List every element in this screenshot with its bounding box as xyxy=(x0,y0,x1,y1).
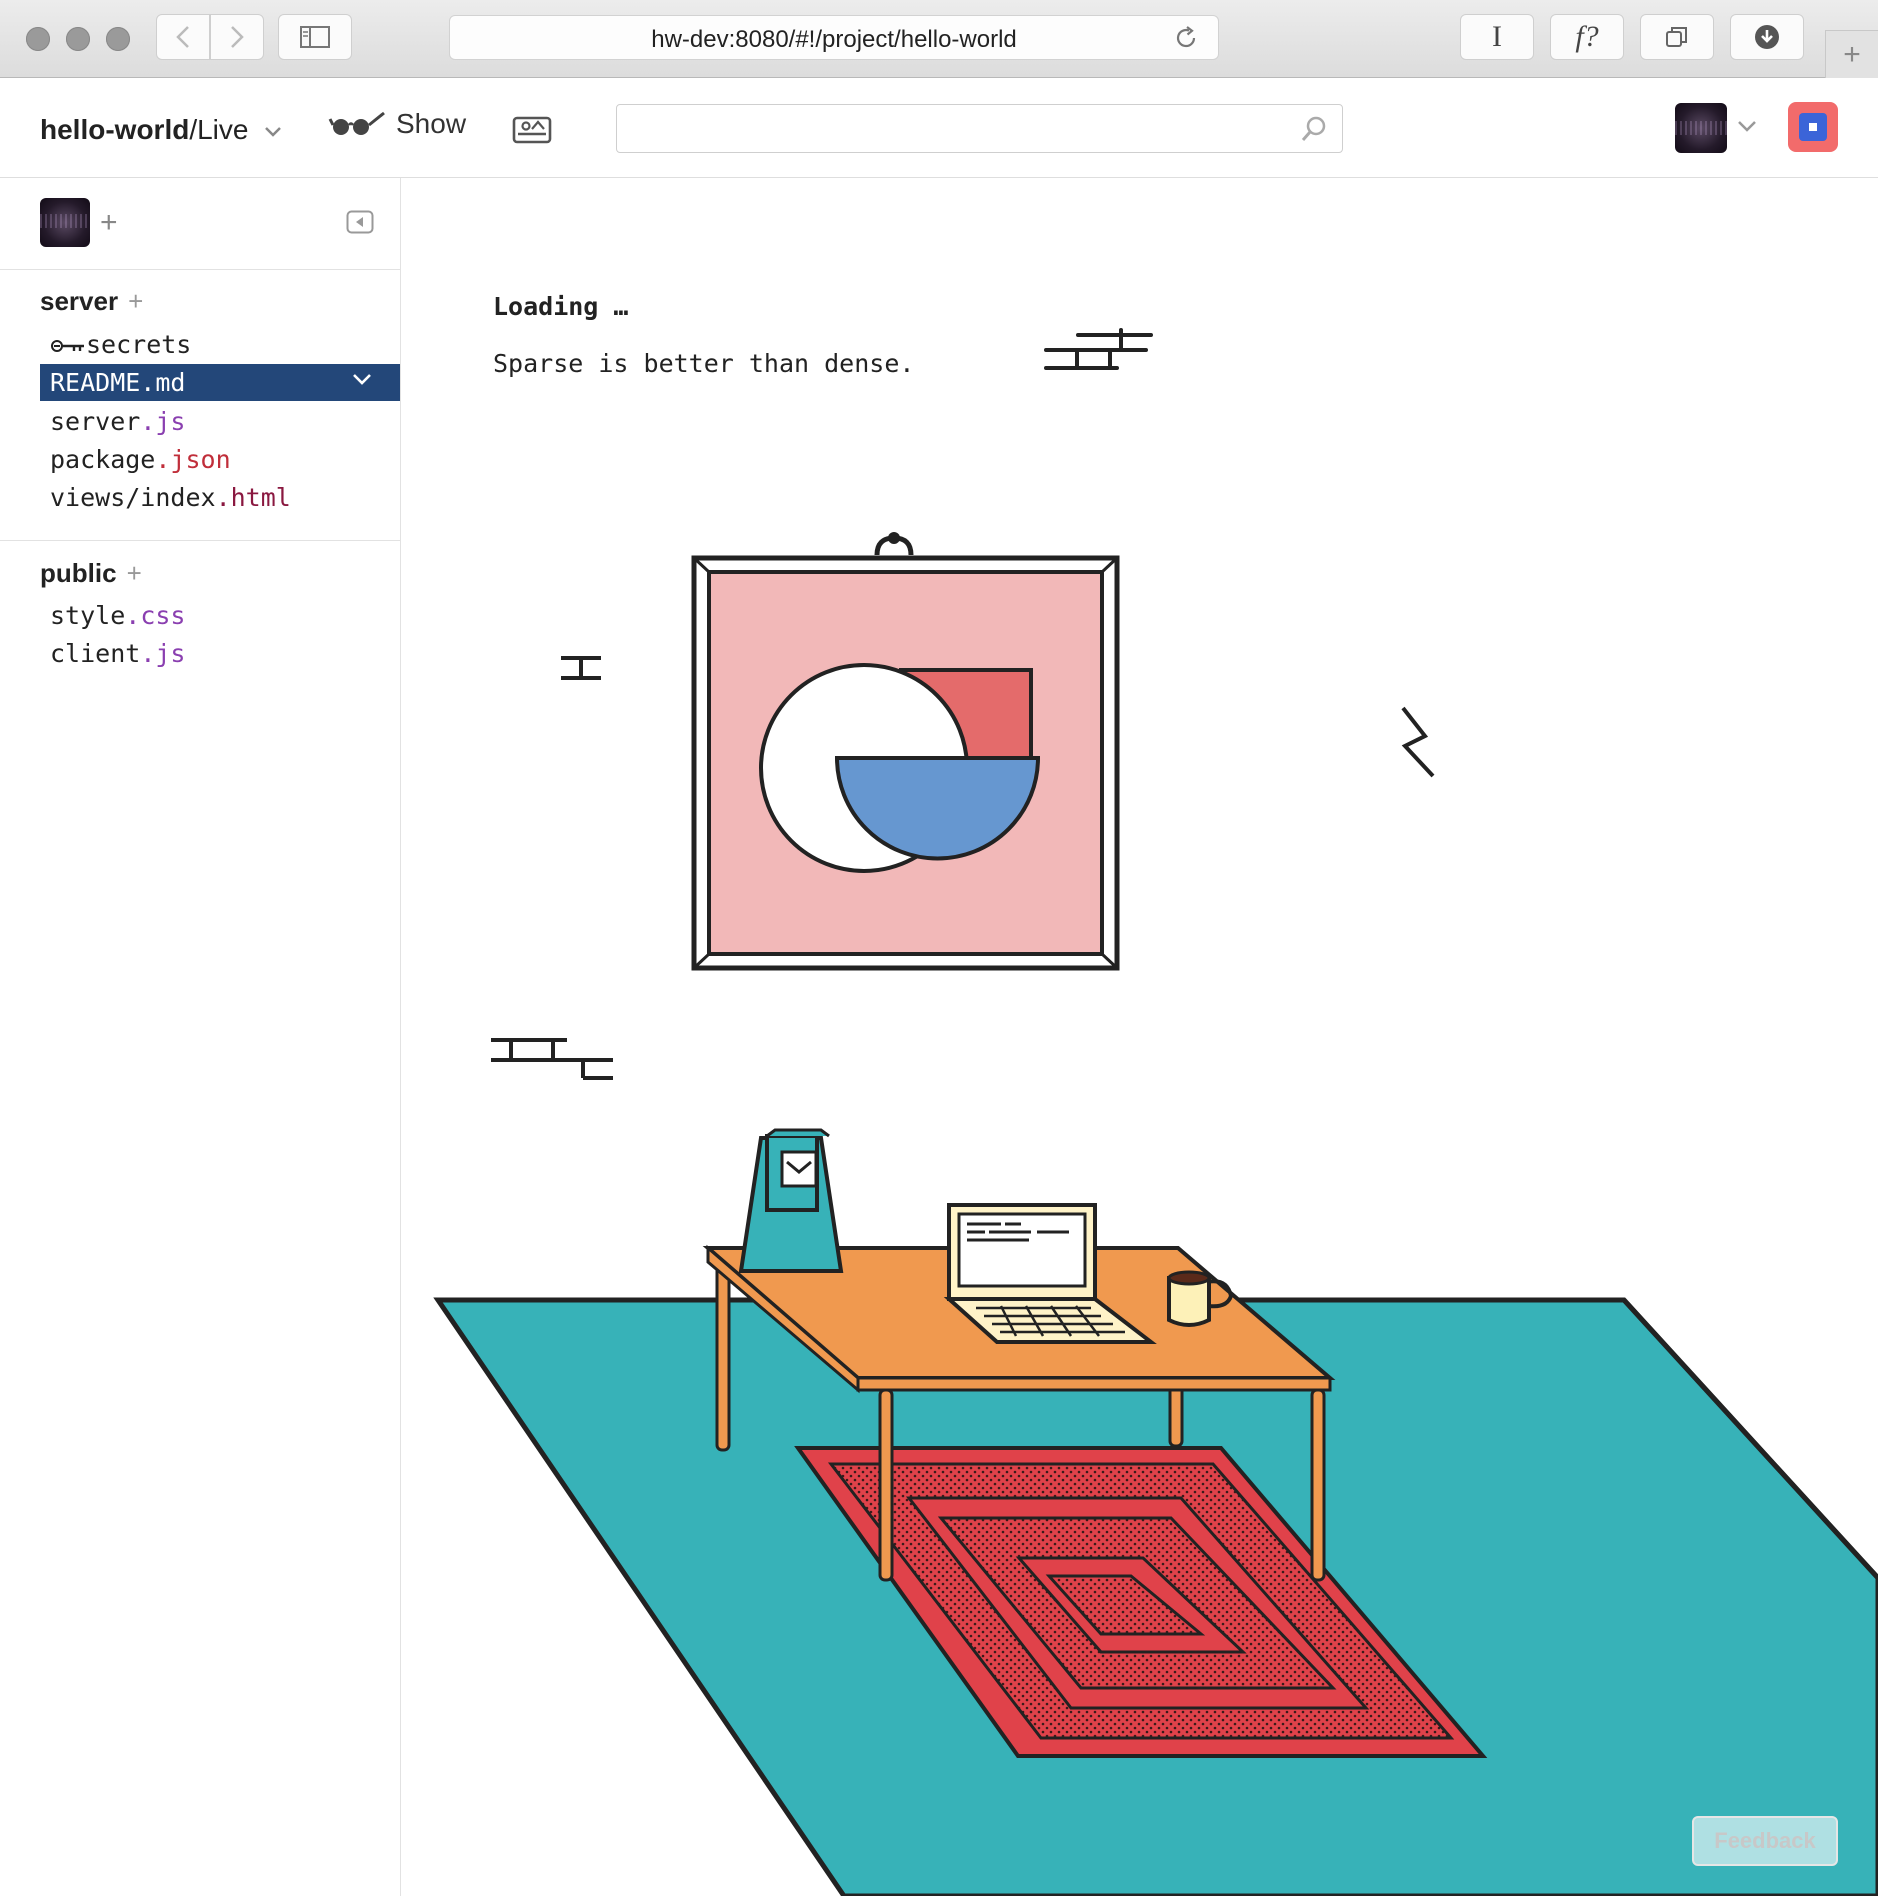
file-ext: .css xyxy=(125,601,186,630)
add-file-button[interactable]: + xyxy=(127,558,142,588)
sidebar-top: + xyxy=(0,178,400,270)
section-label: server xyxy=(40,286,119,316)
project-switcher[interactable]: hello-world/Live xyxy=(40,114,282,146)
brick-mark xyxy=(491,1038,613,1080)
add-file-button[interactable]: + xyxy=(128,286,143,316)
section-label: public xyxy=(40,558,117,588)
project-name: hello-world xyxy=(40,114,190,145)
feedback-button[interactable]: Feedback xyxy=(1692,1816,1838,1866)
file-server-js[interactable]: server.js xyxy=(50,407,185,436)
chevron-down-icon xyxy=(265,126,282,137)
reload-icon[interactable] xyxy=(1172,24,1200,52)
show-button[interactable]: Show xyxy=(328,108,466,140)
file-style-css[interactable]: style.css xyxy=(50,601,185,630)
project-avatar[interactable] xyxy=(40,198,90,247)
file-name: client xyxy=(50,639,141,668)
file-name: style xyxy=(50,601,126,630)
close-window-button[interactable] xyxy=(26,27,50,51)
search-input[interactable] xyxy=(616,104,1343,153)
sidebar-toggle-button[interactable] xyxy=(278,14,352,60)
file-ext: .html xyxy=(215,483,291,512)
clock xyxy=(738,1128,844,1273)
chevron-down-icon[interactable] xyxy=(352,372,372,386)
crack-mark xyxy=(1401,706,1435,778)
sidebar-icon xyxy=(300,26,330,48)
chevron-down-icon[interactable] xyxy=(1737,120,1757,132)
file-ext: .js xyxy=(140,639,186,668)
file-views-index-html[interactable]: views/index.html xyxy=(50,483,291,512)
app-header: hello-world/Live Show xyxy=(0,78,1878,178)
stop-button[interactable] xyxy=(1788,102,1838,152)
show-label: Show xyxy=(396,108,467,139)
file-package-json[interactable]: package.json xyxy=(50,445,231,474)
forward-icon xyxy=(231,26,244,48)
glasses-icon xyxy=(328,111,385,135)
forward-button[interactable] xyxy=(210,14,264,60)
file-readme[interactable]: README.md xyxy=(40,364,400,401)
user-avatar[interactable] xyxy=(1675,103,1727,153)
add-member-button[interactable]: + xyxy=(100,206,118,240)
new-tab-icon: + xyxy=(1843,38,1861,71)
zoom-window-button[interactable] xyxy=(106,27,130,51)
room-illustration xyxy=(433,328,1878,1896)
file-sidebar: + server + secrets README.md server.js pa… xyxy=(0,178,401,1896)
reader-button[interactable]: I xyxy=(1460,14,1534,60)
picture-frame xyxy=(691,532,1120,971)
search-icon xyxy=(1301,116,1326,141)
downloads-button[interactable] xyxy=(1730,14,1804,60)
file-client-js[interactable]: client.js xyxy=(50,639,185,668)
file-name: package xyxy=(50,445,156,474)
font-button[interactable]: f? xyxy=(1550,14,1624,60)
project-suffix: /Live xyxy=(189,114,249,145)
file-secrets[interactable]: secrets xyxy=(50,330,191,359)
file-ext: .json xyxy=(155,445,231,474)
preview-pane: Loading … Sparse is better than dense. xyxy=(401,178,1878,1896)
key-icon xyxy=(51,340,84,352)
file-name: views/index xyxy=(50,483,216,512)
address-bar[interactable]: hw-dev:8080/#!/project/hello-world xyxy=(449,15,1219,60)
file-name: README.md xyxy=(50,368,186,397)
tabs-icon xyxy=(1666,27,1687,47)
browser-toolbar: hw-dev:8080/#!/project/hello-world I f? … xyxy=(0,0,1878,79)
brick-mark xyxy=(561,656,601,680)
new-tab-button[interactable]: + xyxy=(1825,30,1878,79)
back-icon xyxy=(176,26,189,48)
brick-mark xyxy=(1044,328,1153,370)
url-text: hw-dev:8080/#!/project/hello-world xyxy=(651,26,1017,53)
minimize-window-button[interactable] xyxy=(66,27,90,51)
rewind-icon[interactable] xyxy=(512,116,552,144)
file-name: secrets xyxy=(86,330,192,359)
tagline-text: Sparse is better than dense. xyxy=(493,349,915,378)
loading-text: Loading … xyxy=(493,292,629,321)
section-title-public[interactable]: public + xyxy=(40,558,142,589)
back-button[interactable] xyxy=(156,14,210,60)
section-title-server[interactable]: server + xyxy=(40,286,143,317)
section-divider xyxy=(0,540,400,541)
file-name: server xyxy=(50,407,141,436)
tabs-overview-button[interactable] xyxy=(1640,14,1714,60)
file-ext: .js xyxy=(140,407,186,436)
download-icon xyxy=(1755,25,1779,49)
stop-icon xyxy=(1799,113,1827,141)
collapse-sidebar-icon[interactable] xyxy=(346,210,374,234)
